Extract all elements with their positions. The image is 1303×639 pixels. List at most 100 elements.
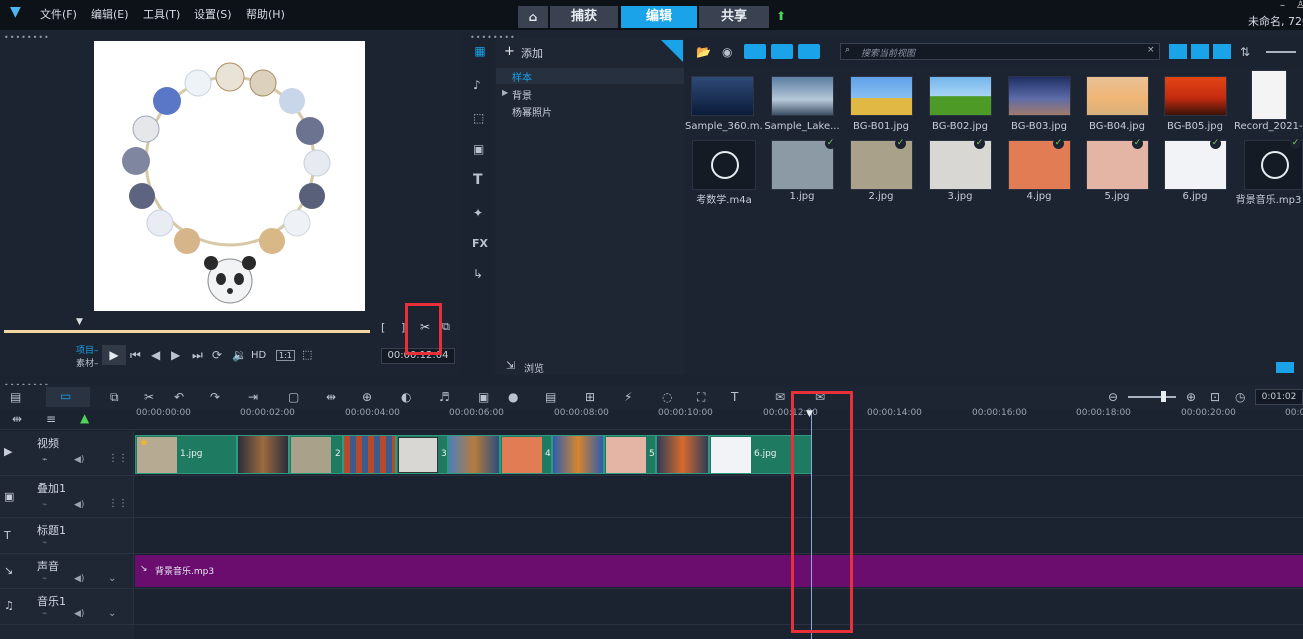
expand-arrow-icon[interactable]: ▶ (502, 88, 508, 97)
scrubber-handle-icon[interactable]: ▼ (76, 317, 83, 327)
video-clip[interactable]: 4 (500, 435, 552, 474)
show-audio-toggle-icon[interactable] (798, 44, 820, 59)
record-screen-icon[interactable]: ▢ (288, 390, 299, 404)
zoom-slider[interactable] (1128, 396, 1176, 398)
timeline-view-button[interactable]: ▭ (46, 387, 90, 407)
clock-icon[interactable]: ◷ (1235, 390, 1245, 404)
link-icon[interactable]: ⌁ (42, 574, 47, 584)
text-edit-icon[interactable]: ▤ (545, 390, 556, 404)
rotate-icon[interactable]: ◌ (662, 390, 672, 404)
all-tracks-icon[interactable]: ⇹ (12, 412, 22, 426)
pan-zoom-icon[interactable]: ⛶ (697, 390, 705, 404)
repeat-icon[interactable]: ⟳ (212, 348, 222, 362)
library-thumbnail[interactable] (1164, 76, 1227, 116)
volume-icon[interactable]: 🔉 (232, 348, 247, 362)
next-frame-icon[interactable]: ▶ (171, 348, 180, 362)
expand-track-icon[interactable]: ⌄ (108, 573, 116, 584)
show-photos-toggle-icon[interactable] (771, 44, 793, 59)
thumbnail-size-slider[interactable] (1266, 51, 1296, 53)
track-grid-icon[interactable]: ⋮⋮ (108, 498, 128, 509)
zoom-in-icon[interactable]: ⊕ (1186, 390, 1196, 404)
menu-edit[interactable]: 编辑(E) (91, 6, 129, 22)
undo-icon[interactable]: ↶ (174, 390, 184, 404)
transition-clip[interactable] (552, 435, 604, 474)
minimize-icon[interactable]: – (1280, 0, 1285, 11)
storyboard-view-icon[interactable]: ▤ (10, 390, 21, 404)
video-clip[interactable]: ★ 1.jpg (135, 435, 237, 474)
copy-icon[interactable]: ⧉ (110, 390, 119, 404)
library-thumbnail[interactable] (1251, 70, 1287, 120)
library-thumbnail[interactable] (850, 76, 913, 116)
browse-label[interactable]: 浏览 (524, 360, 544, 375)
transition-clip[interactable] (448, 435, 500, 474)
menu-settings[interactable]: 设置(S) (194, 6, 232, 22)
link-icon[interactable]: ⌁ (42, 455, 47, 465)
video-clip[interactable]: 5 (604, 435, 656, 474)
transition-clip[interactable] (343, 435, 396, 474)
add-folder-icon[interactable]: + (504, 44, 515, 59)
link-icon[interactable]: ⌁ (42, 500, 47, 510)
smart-fit-icon[interactable]: ⇹ (326, 390, 336, 404)
enlarge-preview-icon[interactable]: ⧉ (442, 320, 450, 334)
capture-disc-icon[interactable]: ◉ (722, 45, 732, 59)
transition-clip[interactable] (656, 435, 709, 474)
mark-in-icon[interactable]: [ (381, 321, 385, 334)
aspect-ratio-label[interactable]: 1:1 (276, 350, 295, 361)
audio-mixer-icon[interactable]: ♬ (439, 390, 450, 404)
audio-clip[interactable]: ↘ 背景音乐.mp3 (135, 555, 1303, 587)
browse-icon[interactable]: ⇲ (506, 359, 515, 372)
split-screen-icon[interactable]: ⊞ (585, 390, 595, 404)
sort-icon[interactable]: ⇅ (1240, 45, 1250, 59)
title-t-icon[interactable]: T (731, 390, 738, 404)
transition-clip[interactable] (237, 435, 289, 474)
tree-item-background[interactable]: 背景 (512, 87, 532, 102)
audio-file-thumbnail[interactable] (692, 140, 756, 190)
crop-icon[interactable]: ⬚ (302, 348, 312, 361)
track-manager-icon[interactable]: ⊕ (362, 390, 372, 404)
zoom-out-icon[interactable]: ⊖ (1108, 390, 1118, 404)
tab-share[interactable]: 共享 (699, 6, 769, 28)
home-tab-icon[interactable]: ⌂ (518, 6, 548, 28)
expand-track-icon[interactable]: ⌄ (108, 608, 116, 619)
title-icon[interactable]: ▣ (473, 142, 484, 156)
subtitle-icon[interactable]: ▣ (478, 390, 489, 404)
go-to-end-icon[interactable]: ⏭ (192, 348, 203, 362)
video-clip[interactable]: 2 (289, 435, 343, 474)
track-mute-icon[interactable]: ◀) (74, 500, 84, 510)
details-view-icon[interactable] (1191, 44, 1209, 59)
fx-filter-icon[interactable]: FX (472, 237, 488, 251)
track-mute-icon[interactable]: ◀) (74, 609, 84, 619)
link-icon[interactable]: ⌁ (42, 538, 47, 548)
thumbnail-view-icon[interactable] (1213, 44, 1231, 59)
person-icon[interactable]: ♙ (1296, 0, 1303, 11)
tab-capture[interactable]: 捕获 (550, 6, 618, 28)
track-grid-icon[interactable]: ⋮⋮ (108, 453, 128, 464)
tree-item-sample[interactable]: 样本 (496, 68, 684, 84)
text-icon[interactable]: T (473, 173, 483, 187)
fit-timeline-icon[interactable]: ⊡ (1210, 390, 1220, 404)
instant-project-icon[interactable]: ♪ (473, 78, 481, 92)
link-icon[interactable]: ⌁ (42, 609, 47, 619)
path-icon[interactable]: ↳ (473, 267, 483, 281)
graphics-icon[interactable]: ✦ (473, 206, 483, 220)
menu-tools[interactable]: 工具(T) (143, 6, 180, 22)
library-options-icon[interactable] (1276, 362, 1294, 373)
media-category-icon[interactable]: ▦ (470, 44, 490, 62)
tree-item-photos[interactable]: 杨幂照片 (512, 104, 552, 119)
mask-icon[interactable]: ● (508, 390, 518, 404)
search-box[interactable]: ⌕ 搜索当前视图 × (840, 43, 1160, 60)
library-thumbnail[interactable] (771, 76, 834, 116)
fit-project-icon[interactable]: ⇥ (248, 390, 258, 404)
play-button[interactable]: ▶ (102, 345, 126, 365)
redo-icon[interactable]: ↷ (210, 390, 220, 404)
previous-frame-icon[interactable]: ◀ (151, 348, 160, 362)
project-mode-label[interactable]: 项目– (76, 343, 99, 356)
library-thumbnail[interactable] (929, 76, 992, 116)
show-videos-toggle-icon[interactable] (744, 44, 766, 59)
go-to-start-icon[interactable]: ⏮ (130, 348, 141, 362)
menu-file[interactable]: 文件(F) (40, 6, 77, 22)
color-grading-icon[interactable]: ◐ (401, 390, 411, 404)
transition-icon[interactable]: ⬚ (473, 111, 484, 125)
library-thumbnail[interactable] (691, 76, 754, 116)
add-folder-label[interactable]: 添加 (521, 45, 543, 61)
